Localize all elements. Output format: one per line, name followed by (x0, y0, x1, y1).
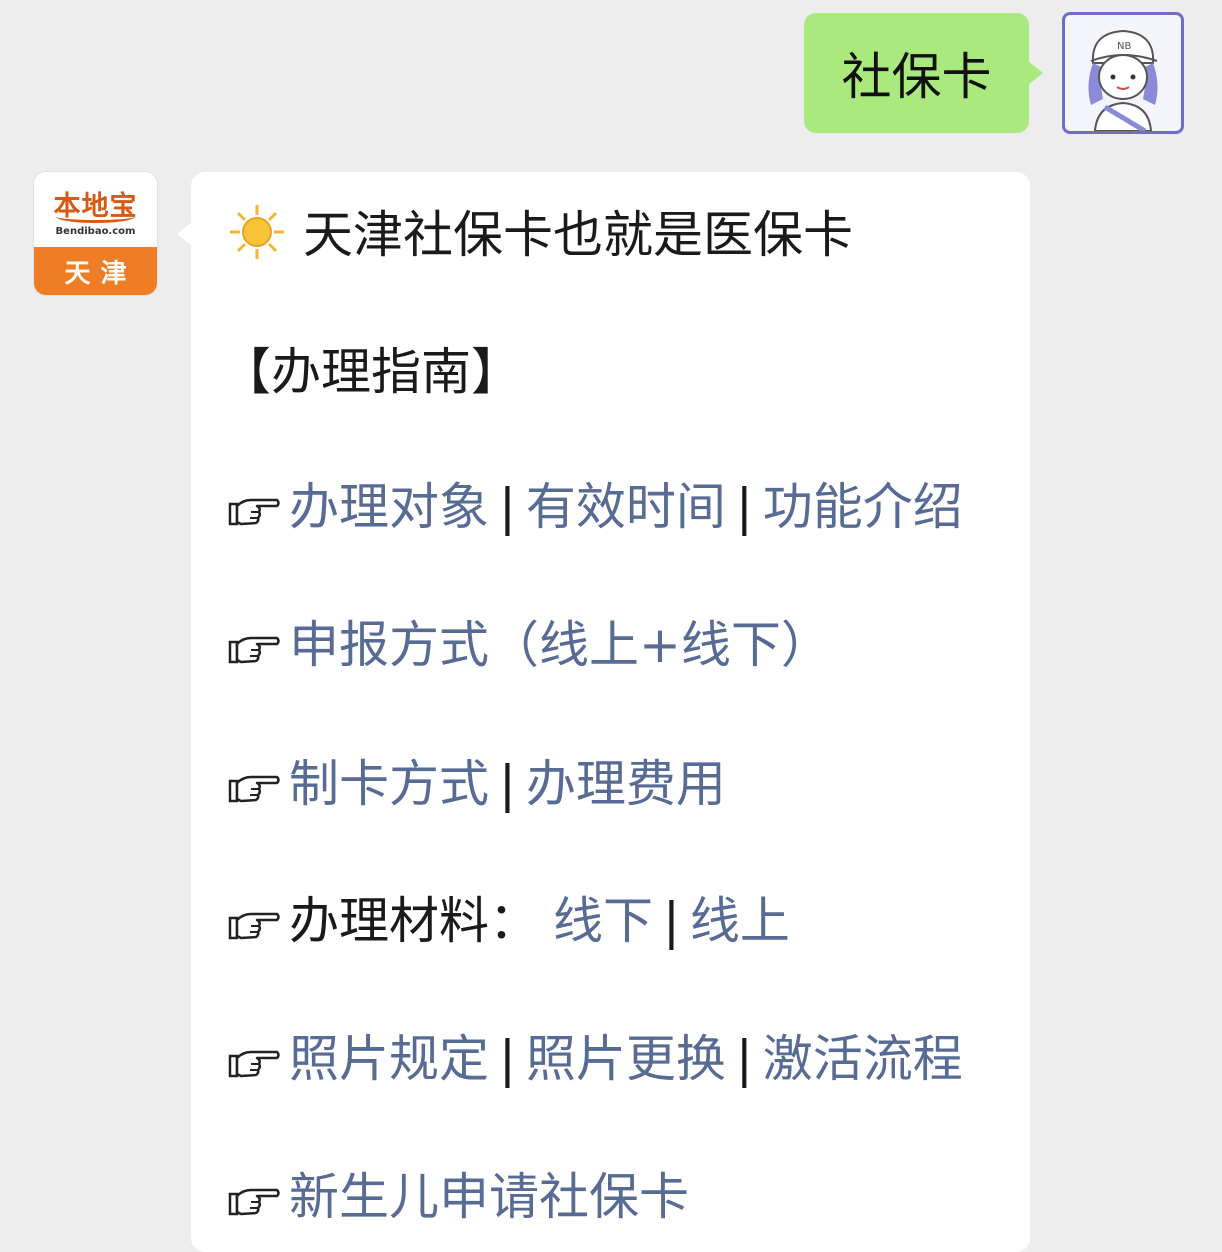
link-separator: | (663, 892, 680, 950)
pointing-hand-icon (228, 498, 280, 526)
pointing-hand-icon (228, 912, 280, 940)
link-separator: | (499, 478, 516, 536)
reply-headline: 天津社保卡也就是医保卡 (227, 202, 853, 265)
logo-arc (56, 210, 135, 223)
guide-link[interactable]: 办理对象 (289, 478, 489, 536)
pointing-hand-icon (228, 775, 280, 803)
guide-row: 制卡方式 | 办理费用 (227, 754, 726, 814)
cartoon-girl-icon: NB (1088, 29, 1158, 131)
link-separator: | (499, 755, 516, 813)
link-separator: | (735, 478, 753, 536)
link-separator: | (735, 1030, 753, 1088)
guide-title: 【办理指南】 (221, 343, 521, 401)
guide-link[interactable]: 办理费用 (526, 755, 726, 813)
guide-link[interactable]: 新生儿申请社保卡 (289, 1168, 689, 1226)
user-avatar[interactable]: NB (1062, 12, 1184, 134)
sun-icon (230, 205, 284, 259)
pointing-hand-icon (228, 1050, 280, 1078)
guide-link[interactable]: 线上 (690, 892, 790, 950)
guide-row: 照片规定 | 照片更换 | 激活流程 (227, 1029, 963, 1089)
guide-row: 新生儿申请社保卡 (227, 1167, 689, 1227)
logo-top: 本地宝 Bendibao.com (34, 172, 157, 247)
account-avatar[interactable]: 本地宝 Bendibao.com 天津 (34, 172, 157, 295)
guide-link[interactable]: 申报方式（线上+线下） (289, 616, 831, 674)
logo-city: 天津 (34, 247, 157, 295)
guide-link[interactable]: 激活流程 (763, 1030, 963, 1088)
guide-link[interactable]: 功能介绍 (763, 478, 963, 536)
guide-row: 办理对象 | 有效时间 | 功能介绍 (227, 477, 963, 537)
row-label: 办理材料： (289, 892, 539, 950)
guide-row: 办理材料： 线下 | 线上 (227, 891, 790, 951)
pointing-hand-icon (228, 636, 280, 664)
reply-bubble: 天津社保卡也就是医保卡 【办理指南】 办理对象 | 有效时间 | 功能介绍 申报方式（线上… (177, 172, 1030, 1252)
guide-link[interactable]: 线下 (553, 892, 653, 950)
headline-text: 天津社保卡也就是医保卡 (303, 206, 853, 264)
link-separator: | (499, 1030, 516, 1088)
user-message-text: 社保卡 (841, 48, 992, 106)
guide-link[interactable]: 制卡方式 (289, 755, 489, 813)
user-message-bubble[interactable]: 社保卡 (804, 13, 1043, 133)
guide-link[interactable]: 照片更换 (526, 1030, 726, 1088)
guide-link[interactable]: 照片规定 (289, 1030, 489, 1088)
guide-row: 申报方式（线上+线下） (227, 615, 831, 675)
logo-domain: Bendibao.com (55, 226, 136, 237)
pointing-hand-icon (228, 1188, 280, 1216)
svg-text:NB: NB (1117, 41, 1131, 52)
guide-link[interactable]: 有效时间 (526, 478, 726, 536)
